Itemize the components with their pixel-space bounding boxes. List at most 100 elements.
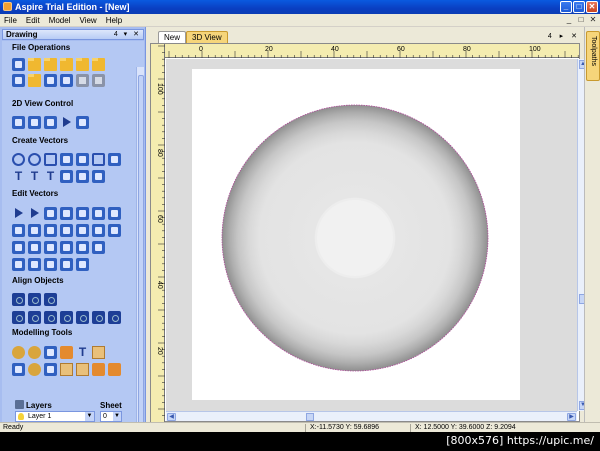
align-center-icon[interactable]	[12, 293, 25, 306]
close-button[interactable]: ✕	[586, 1, 598, 13]
scale-icon[interactable]	[28, 224, 41, 237]
mold-icon[interactable]	[108, 363, 121, 376]
minimize-button[interactable]: _	[560, 1, 572, 13]
trim-icon[interactable]	[44, 241, 57, 254]
tab-3d-view[interactable]: 3D View	[186, 31, 228, 43]
zoom-selected-icon[interactable]	[60, 116, 73, 129]
space-icon[interactable]	[108, 311, 121, 324]
zoom-box-icon[interactable]	[28, 116, 41, 129]
import-vectors-icon[interactable]	[28, 74, 41, 87]
fillet-icon[interactable]	[12, 241, 25, 254]
import-icon[interactable]	[92, 58, 105, 71]
sculpt-icon[interactable]	[28, 363, 41, 376]
tidy-icon[interactable]	[60, 363, 73, 376]
new-file-icon[interactable]	[12, 58, 25, 71]
fit-text-icon[interactable]: T	[44, 170, 57, 183]
extrude-icon[interactable]	[60, 346, 73, 359]
array-icon[interactable]	[76, 170, 89, 183]
copy-icon[interactable]	[44, 74, 57, 87]
texture-icon[interactable]: T	[76, 346, 89, 359]
sidebar-scroll-thumb[interactable]	[138, 75, 144, 432]
curve-fit-icon[interactable]	[60, 258, 73, 271]
undo-icon[interactable]	[76, 74, 89, 87]
maximize-button[interactable]: □	[573, 1, 585, 13]
distort-icon[interactable]	[60, 224, 73, 237]
extend-icon[interactable]	[60, 241, 73, 254]
align-top-icon[interactable]	[44, 311, 57, 324]
dimension-icon[interactable]	[60, 170, 73, 183]
layer-select[interactable]: Layer 1 ▼	[15, 411, 95, 422]
pan-icon[interactable]	[12, 116, 25, 129]
align-vertical-icon[interactable]	[44, 293, 57, 306]
distribute-v-icon[interactable]	[92, 311, 105, 324]
menu-view[interactable]: View	[79, 14, 96, 27]
open-folder-icon[interactable]	[28, 58, 41, 71]
job-setup-icon[interactable]	[12, 74, 25, 87]
two-rail-icon[interactable]	[44, 346, 57, 359]
scroll-right-button[interactable]: ▶	[567, 413, 576, 421]
paste-icon[interactable]	[60, 74, 73, 87]
node-edit-icon[interactable]	[28, 207, 41, 220]
rectangle-icon[interactable]	[44, 153, 57, 166]
zoom-fit-icon[interactable]	[44, 116, 57, 129]
menu-file[interactable]: File	[4, 14, 17, 27]
chevron-down-icon[interactable]: ▼	[113, 412, 121, 421]
chevron-down-icon[interactable]: ▼	[85, 412, 94, 421]
align-bottom-icon[interactable]	[60, 311, 73, 324]
join-open-icon[interactable]	[28, 258, 41, 271]
dome-icon[interactable]	[28, 346, 41, 359]
transform-icon[interactable]	[44, 207, 57, 220]
intersect-icon[interactable]	[108, 224, 121, 237]
offset-icon[interactable]	[28, 241, 41, 254]
mirror-icon[interactable]	[92, 207, 105, 220]
align-horizontal-icon[interactable]	[28, 293, 41, 306]
mdi-restore-button[interactable]: □	[576, 15, 586, 25]
open-folder-icon[interactable]	[44, 58, 57, 71]
tab-controls[interactable]: 4 ▸ ✕	[548, 32, 580, 40]
text-icon[interactable]: T	[12, 170, 25, 183]
menu-model[interactable]: Model	[49, 14, 71, 27]
curve-icon[interactable]	[76, 153, 89, 166]
mdi-close-button[interactable]: ✕	[588, 15, 598, 25]
select-icon[interactable]	[12, 207, 25, 220]
toolpaths-tab[interactable]: Toolpaths	[586, 31, 600, 81]
star-icon[interactable]	[108, 153, 121, 166]
relief-icon[interactable]	[92, 363, 105, 376]
circle-icon[interactable]	[12, 153, 25, 166]
align-left-icon[interactable]	[12, 311, 25, 324]
join-icon[interactable]	[76, 241, 89, 254]
move-icon[interactable]	[12, 224, 25, 237]
align-right-icon[interactable]	[28, 311, 41, 324]
polygon-icon[interactable]	[92, 153, 105, 166]
redo-icon[interactable]	[92, 74, 105, 87]
drawing-canvas[interactable]	[166, 59, 577, 411]
scissors-icon[interactable]	[108, 207, 121, 220]
close-vector-icon[interactable]	[12, 258, 25, 271]
split-icon[interactable]	[44, 258, 57, 271]
panel-buttons[interactable]: 4 ▾ ✕	[114, 30, 141, 40]
weld-icon[interactable]	[76, 224, 89, 237]
menu-edit[interactable]: Edit	[26, 14, 40, 27]
polyline-icon[interactable]	[60, 153, 73, 166]
sidebar-scrollbar[interactable]	[136, 67, 144, 432]
scroll-left-button[interactable]: ◀	[167, 413, 176, 421]
distribute-h-icon[interactable]	[76, 311, 89, 324]
save-folder-icon[interactable]	[60, 58, 73, 71]
text-on-curve-icon[interactable]: T	[28, 170, 41, 183]
group-icon[interactable]	[60, 207, 73, 220]
bitmap-trace-icon[interactable]	[92, 170, 105, 183]
tab-new[interactable]: New	[158, 31, 187, 43]
zoom-page-icon[interactable]	[76, 116, 89, 129]
subtract-icon[interactable]	[92, 224, 105, 237]
menu-help[interactable]: Help	[106, 14, 122, 27]
sheet-select[interactable]: 0 ▼	[100, 411, 122, 422]
save-as-icon[interactable]	[76, 58, 89, 71]
smooth-icon[interactable]	[92, 241, 105, 254]
component-icon[interactable]	[76, 363, 89, 376]
mdi-minimize-button[interactable]: _	[564, 15, 574, 25]
ellipse-icon[interactable]	[28, 153, 41, 166]
smoothing-icon[interactable]	[12, 363, 25, 376]
create-shape-icon[interactable]	[12, 346, 25, 359]
horizontal-scroll-thumb[interactable]	[306, 413, 314, 421]
ungroup-icon[interactable]	[76, 207, 89, 220]
